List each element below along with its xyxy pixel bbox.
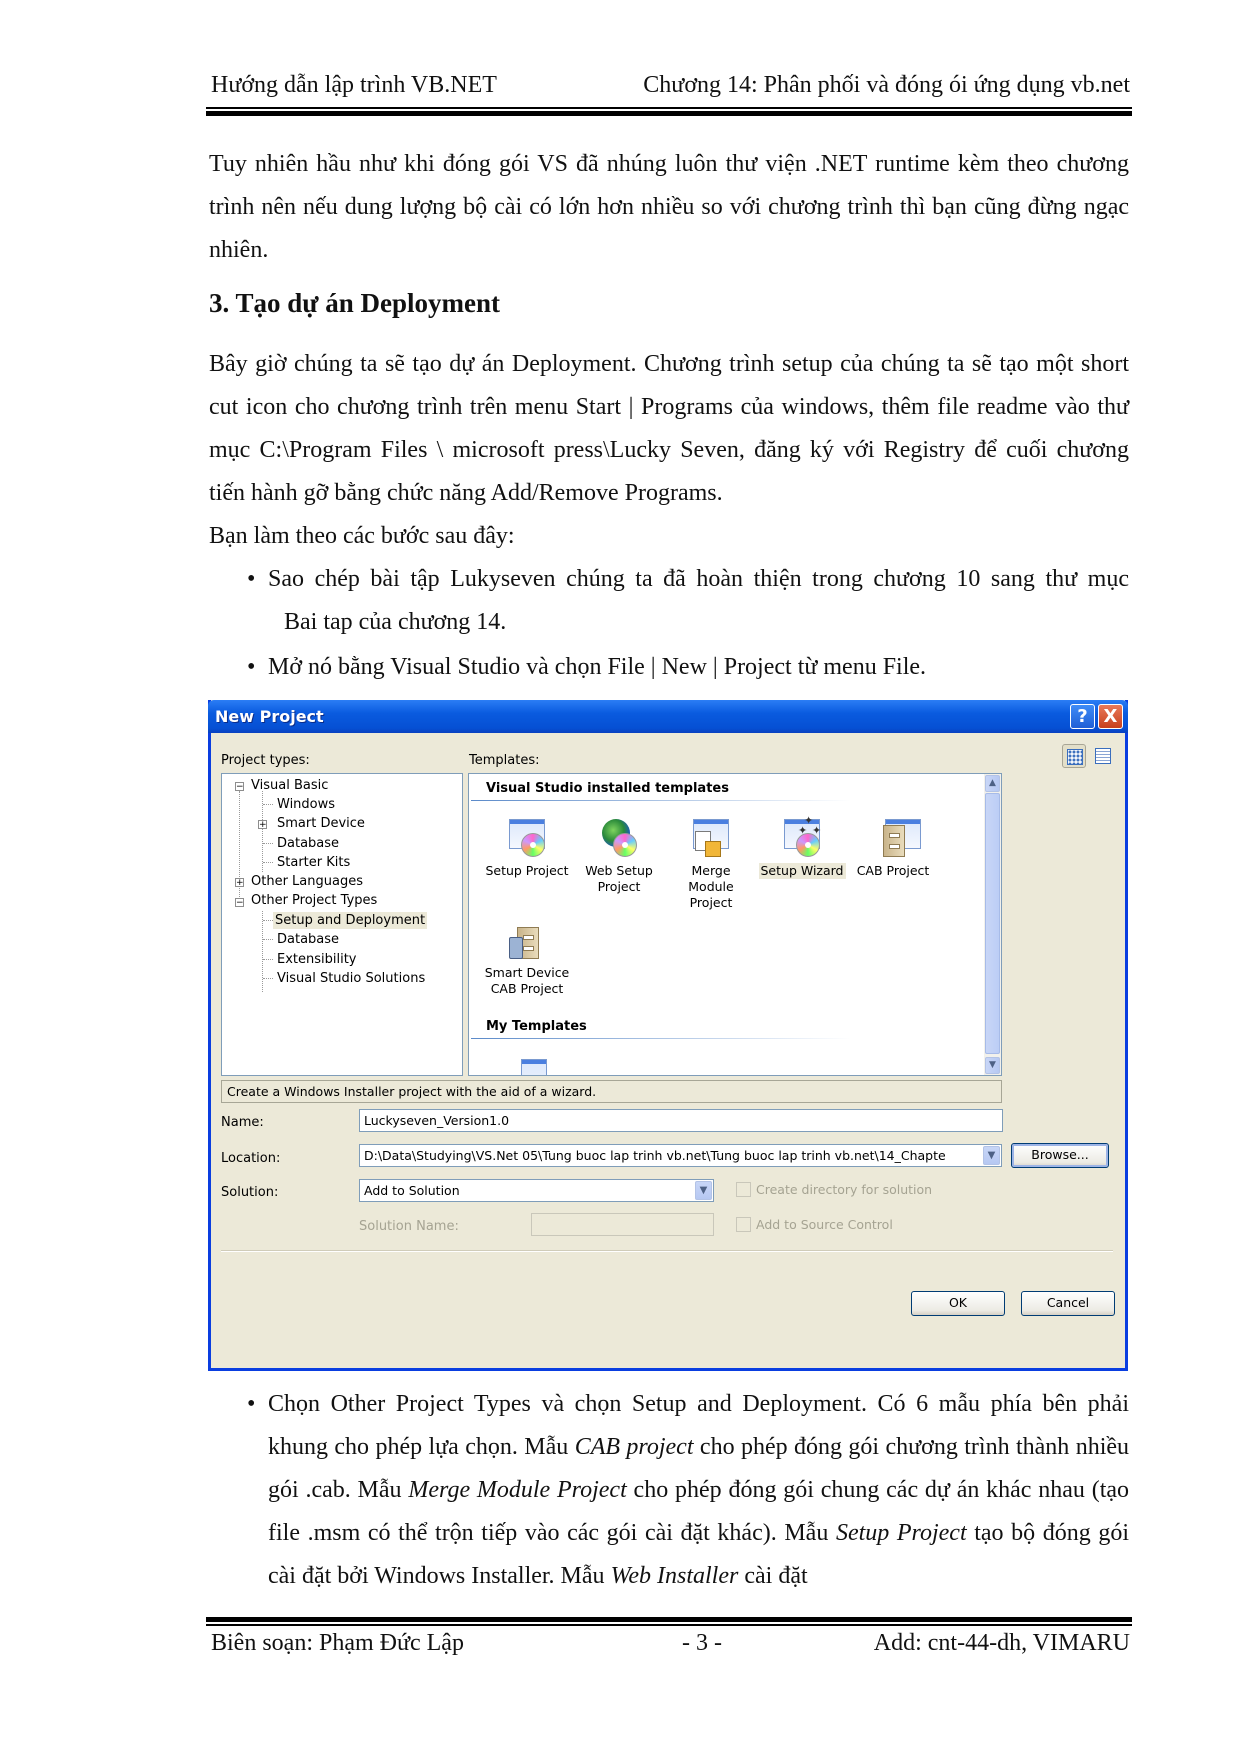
page-number: - 3 - <box>682 1630 722 1656</box>
location-value: D:\Data\Studying\VS.Net 05\Tung buoc lap… <box>364 1148 946 1163</box>
small-icons-icon <box>1095 748 1111 764</box>
section-heading: 3. Tạo dự án Deployment <box>209 288 500 318</box>
page-header: Hướng dẫn lập trình VB.NET Chương 14: Ph… <box>208 72 1130 98</box>
tree-item-other-project-types[interactable]: Other Project Types <box>249 892 379 909</box>
template-search-online[interactable] <box>481 1057 573 1075</box>
tree-item-database-2[interactable]: Database <box>275 931 341 948</box>
tree-item-visual-basic[interactable]: Visual Basic <box>249 777 330 794</box>
bullet-icon: • <box>247 1391 256 1417</box>
ok-button[interactable]: OK <box>911 1291 1005 1316</box>
merge-module-icon <box>691 817 731 857</box>
collapse-icon[interactable]: − <box>235 782 244 792</box>
solution-name-input[interactable] <box>531 1213 714 1236</box>
tree-item-database[interactable]: Database <box>275 835 341 852</box>
small-icons-view-button[interactable] <box>1091 744 1115 768</box>
installed-templates-group: Visual Studio installed templates <box>486 781 729 796</box>
bullet-item: • Mở nó bằng Visual Studio và chọn File … <box>243 646 1129 689</box>
bullet-text: Mở nó bằng Visual Studio và chọn File | … <box>268 654 927 680</box>
browse-button[interactable]: Browse... <box>1011 1143 1109 1168</box>
template-smart-device-cab[interactable]: Smart Device CAB Project <box>481 919 573 997</box>
page-footer: Biên soạn: Phạm Đức Lập - 3 - Add: cnt-4… <box>208 1630 1130 1660</box>
bullet-icon: • <box>247 654 256 680</box>
template-merge-module-project[interactable]: Merge Module Project <box>665 817 757 911</box>
my-templates-group: My Templates <box>486 1019 587 1034</box>
bullet-text: Sao chép bài tập Lukyseven chúng ta đã h… <box>268 566 1129 592</box>
tree-item-extensibility[interactable]: Extensibility <box>275 951 359 968</box>
template-cab-project[interactable]: CAB Project <box>847 817 939 879</box>
project-types-label: Project types: <box>221 753 310 768</box>
cab-project-icon <box>873 817 921 857</box>
bullet-item: • Chọn Other Project Types và chọn Setup… <box>243 1383 1129 1598</box>
close-button[interactable]: X <box>1098 704 1123 729</box>
location-combo[interactable]: D:\Data\Studying\VS.Net 05\Tung buoc lap… <box>359 1144 1002 1167</box>
templates-list[interactable]: Visual Studio installed templates Setup … <box>468 773 1002 1076</box>
collapse-icon[interactable]: − <box>235 898 244 908</box>
project-types-tree[interactable]: − Visual Basic Windows + Smart Device Da… <box>221 773 463 1076</box>
dialog-title: New Project <box>215 707 324 726</box>
header-chapter-title: Chương 14: Phân phối và đóng ói ứng dụng… <box>643 72 1130 98</box>
template-description: Create a Windows Installer project with … <box>221 1080 1002 1103</box>
template-setup-wizard[interactable]: ✦ ✦ ✦ Setup Wizard <box>756 814 848 879</box>
solution-value: Add to Solution <box>364 1183 460 1198</box>
source-control-checkbox[interactable]: Add to Source Control <box>736 1217 893 1232</box>
bullet-item: • Sao chép bài tập Lukyseven chúng ta đã… <box>243 558 1129 644</box>
setup-wizard-icon: ✦ ✦ ✦ <box>782 814 822 857</box>
steps-intro: Bạn làm theo các bước sau đây: <box>209 523 515 549</box>
expand-icon[interactable]: + <box>235 878 244 888</box>
setup-project-icon <box>507 817 547 857</box>
footer-rule <box>206 1617 1132 1626</box>
solution-name-label: Solution Name: <box>359 1219 459 1234</box>
cancel-button[interactable]: Cancel <box>1021 1291 1115 1316</box>
checkbox-icon <box>736 1182 751 1197</box>
checkbox-icon <box>736 1217 751 1232</box>
chevron-down-icon[interactable]: ▼ <box>983 1146 1000 1165</box>
scroll-up-icon[interactable]: ▲ <box>985 775 1000 792</box>
dialog-titlebar[interactable]: New Project ? X <box>208 700 1128 733</box>
templates-scrollbar[interactable]: ▲ ▼ <box>984 774 1001 1075</box>
template-web-setup-project[interactable]: Web Setup Project <box>573 817 665 895</box>
tree-item-setup-and-deployment[interactable]: Setup and Deployment <box>273 912 428 929</box>
header-book-title: Hướng dẫn lập trình VB.NET <box>211 72 497 98</box>
help-button[interactable]: ? <box>1070 704 1095 729</box>
name-input[interactable]: Luckyseven_Version1.0 <box>359 1109 1003 1132</box>
footer-address: Add: cnt-44-dh, VIMARU <box>873 1630 1130 1656</box>
large-icons-icon <box>1067 749 1083 765</box>
tree-item-smart-device[interactable]: Smart Device <box>275 815 367 832</box>
new-project-dialog: New Project ? X Project types: Templates… <box>208 700 1128 1371</box>
bullet-text-cont: Bai tap của chương 14. <box>284 609 507 635</box>
bullet-text: Chọn Other Project Types và chọn Setup a… <box>268 1391 1130 1589</box>
bullet-icon: • <box>247 566 256 592</box>
tree-item-other-languages[interactable]: Other Languages <box>249 873 365 890</box>
scroll-down-icon[interactable]: ▼ <box>985 1057 1000 1074</box>
header-rule <box>206 107 1132 116</box>
footer-author: Biên soạn: Phạm Đức Lập <box>211 1630 464 1656</box>
solution-label: Solution: <box>221 1185 279 1200</box>
dialog-separator <box>221 1250 1113 1252</box>
chevron-down-icon[interactable]: ▼ <box>695 1181 712 1200</box>
tree-item-starter-kits[interactable]: Starter Kits <box>275 854 352 871</box>
smart-device-cab-icon <box>507 919 547 959</box>
tree-item-vs-solutions[interactable]: Visual Studio Solutions <box>275 970 427 987</box>
expand-icon[interactable]: + <box>258 820 267 830</box>
location-label: Location: <box>221 1151 281 1166</box>
template-setup-project[interactable]: Setup Project <box>481 817 573 879</box>
deployment-paragraph: Bây giờ chúng ta sẽ tạo dự án Deployment… <box>209 351 1129 506</box>
tree-item-windows[interactable]: Windows <box>275 796 337 813</box>
name-label: Name: <box>221 1115 264 1130</box>
templates-label: Templates: <box>469 753 540 768</box>
scroll-thumb[interactable] <box>985 793 1000 1054</box>
web-setup-project-icon <box>599 817 639 857</box>
create-directory-checkbox[interactable]: Create directory for solution <box>736 1182 932 1197</box>
large-icons-view-button[interactable] <box>1062 744 1086 768</box>
intro-paragraph: Tuy nhiên hầu như khi đóng gói VS đã nhú… <box>209 151 1129 263</box>
search-online-templates-icon <box>507 1057 547 1075</box>
solution-select[interactable]: Add to Solution ▼ <box>359 1179 714 1202</box>
